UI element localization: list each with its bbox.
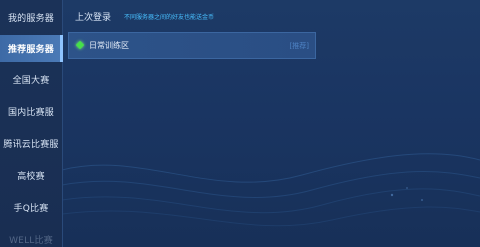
server-select-screen: 我的服务器 推荐服务器 全国大赛 国内比赛服 腾讯云比赛服 高校赛 手Q比赛 W… [0,0,480,247]
sidebar-item-national-tournament[interactable]: 全国大赛 [0,66,62,93]
sidebar-item-my-servers[interactable]: 我的服务器 [0,4,62,31]
top-bar: 上次登录 不同服务器之间的好友也能送金币 [62,0,480,28]
sidebar-item-recommended-servers[interactable]: 推荐服务器 [0,35,63,62]
server-category-sidebar: 我的服务器 推荐服务器 全国大赛 国内比赛服 腾讯云比赛服 高校赛 手Q比赛 W… [0,0,63,247]
server-recommended-tag: [推荐] [289,42,309,50]
gift-hint-text: 不同服务器之间的好友也能送金币 [124,14,215,21]
server-name: 日常训练区 [89,41,129,50]
sidebar-item-tencent-cloud-match-servers[interactable]: 腾讯云比赛服 [0,130,62,157]
sidebar-item-college-match[interactable]: 高校赛 [0,162,62,189]
sidebar-item-domestic-match-servers[interactable]: 国内比赛服 [0,98,62,125]
sidebar-item-well-match[interactable]: WELL比赛 [0,226,62,247]
online-status-icon [75,40,85,50]
server-list-item[interactable]: 日常训练区 [推荐] [68,32,316,59]
last-login-tab[interactable]: 上次登录 [75,10,111,23]
sidebar-item-mobile-qq-match[interactable]: 手Q比赛 [0,194,62,221]
